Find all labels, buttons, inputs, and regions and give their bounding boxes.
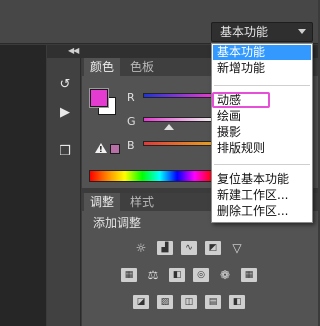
channel-b-label: B bbox=[127, 139, 135, 152]
workspace-select-value: 基本功能 bbox=[220, 25, 269, 39]
workspace-menu: 基本功能 新增功能 动感 绘画 摄影 排版规则 复位基本功能 新建工作区... … bbox=[211, 43, 313, 223]
chevron-down-icon bbox=[298, 29, 306, 34]
channel-r-label: R bbox=[127, 91, 135, 104]
gradient-map-icon[interactable]: ▤ bbox=[205, 295, 221, 309]
workspace-select[interactable]: 基本功能 bbox=[211, 22, 313, 42]
menu-separator bbox=[214, 164, 310, 165]
color-lookup-icon[interactable]: ▦ bbox=[241, 268, 257, 282]
channel-mixer-icon[interactable]: ❁ bbox=[217, 268, 233, 282]
menu-item-reset-essentials[interactable]: 复位基本功能 bbox=[213, 172, 311, 187]
color-balance-icon[interactable]: ⚖ bbox=[145, 268, 161, 282]
history-icon[interactable]: ↺ bbox=[55, 76, 75, 94]
color-spectrum-bar[interactable] bbox=[89, 170, 213, 182]
menu-separator bbox=[214, 85, 310, 86]
menu-item-new-features[interactable]: 新增功能 bbox=[213, 61, 311, 76]
channel-g-thumb[interactable] bbox=[164, 124, 174, 130]
tab-adjustments[interactable]: 调整 bbox=[84, 193, 121, 211]
levels-icon[interactable]: ▟ bbox=[157, 241, 173, 255]
vibrance-icon[interactable]: ▽ bbox=[229, 241, 245, 255]
photo-filter-icon[interactable]: ◎ bbox=[193, 268, 209, 282]
channel-r-slider[interactable] bbox=[143, 93, 213, 98]
threshold-icon[interactable]: ◫ bbox=[181, 295, 197, 309]
3d-icon[interactable]: ❒ bbox=[55, 143, 75, 161]
collapse-arrows-icon[interactable]: ◀◀ bbox=[68, 46, 79, 55]
panel-toolstrip bbox=[47, 58, 81, 326]
channel-g-slider[interactable] bbox=[143, 117, 213, 122]
tab-swatches[interactable]: 色板 bbox=[124, 58, 160, 76]
menu-item-essentials[interactable]: 基本功能 bbox=[213, 45, 311, 60]
menu-item-delete-workspace[interactable]: 删除工作区... bbox=[213, 204, 311, 219]
black-white-icon[interactable]: ◧ bbox=[169, 268, 185, 282]
invert-icon[interactable]: ◪ bbox=[133, 295, 149, 309]
posterize-icon[interactable]: ▨ bbox=[157, 295, 173, 309]
play-icon[interactable]: ▶ bbox=[55, 104, 75, 122]
channel-g-label: G bbox=[127, 115, 136, 128]
gamut-warning-mark: ! bbox=[99, 145, 103, 154]
channel-b-slider[interactable] bbox=[143, 141, 213, 146]
hue-saturation-icon[interactable]: ▦ bbox=[121, 268, 137, 282]
brightness-icon[interactable]: ☼ bbox=[133, 241, 149, 255]
menu-item-typography[interactable]: 排版规则 bbox=[213, 141, 311, 156]
foreground-color-swatch[interactable] bbox=[90, 89, 108, 107]
tab-styles[interactable]: 样式 bbox=[124, 193, 160, 211]
menu-item-painting[interactable]: 绘画 bbox=[213, 109, 311, 124]
canvas-area bbox=[0, 45, 46, 326]
exposure-icon[interactable]: ◩ bbox=[205, 241, 221, 255]
menu-item-new-workspace[interactable]: 新建工作区... bbox=[213, 188, 311, 203]
tab-color[interactable]: 颜色 bbox=[84, 58, 121, 76]
adjustments-title: 添加调整 bbox=[93, 216, 142, 230]
menu-item-photography[interactable]: 摄影 bbox=[213, 125, 311, 140]
curves-icon[interactable]: ∿ bbox=[181, 241, 197, 255]
in-gamut-swatch[interactable] bbox=[110, 144, 120, 154]
selective-color-icon[interactable]: ◧ bbox=[229, 295, 245, 309]
highlight-annotation bbox=[212, 92, 270, 108]
